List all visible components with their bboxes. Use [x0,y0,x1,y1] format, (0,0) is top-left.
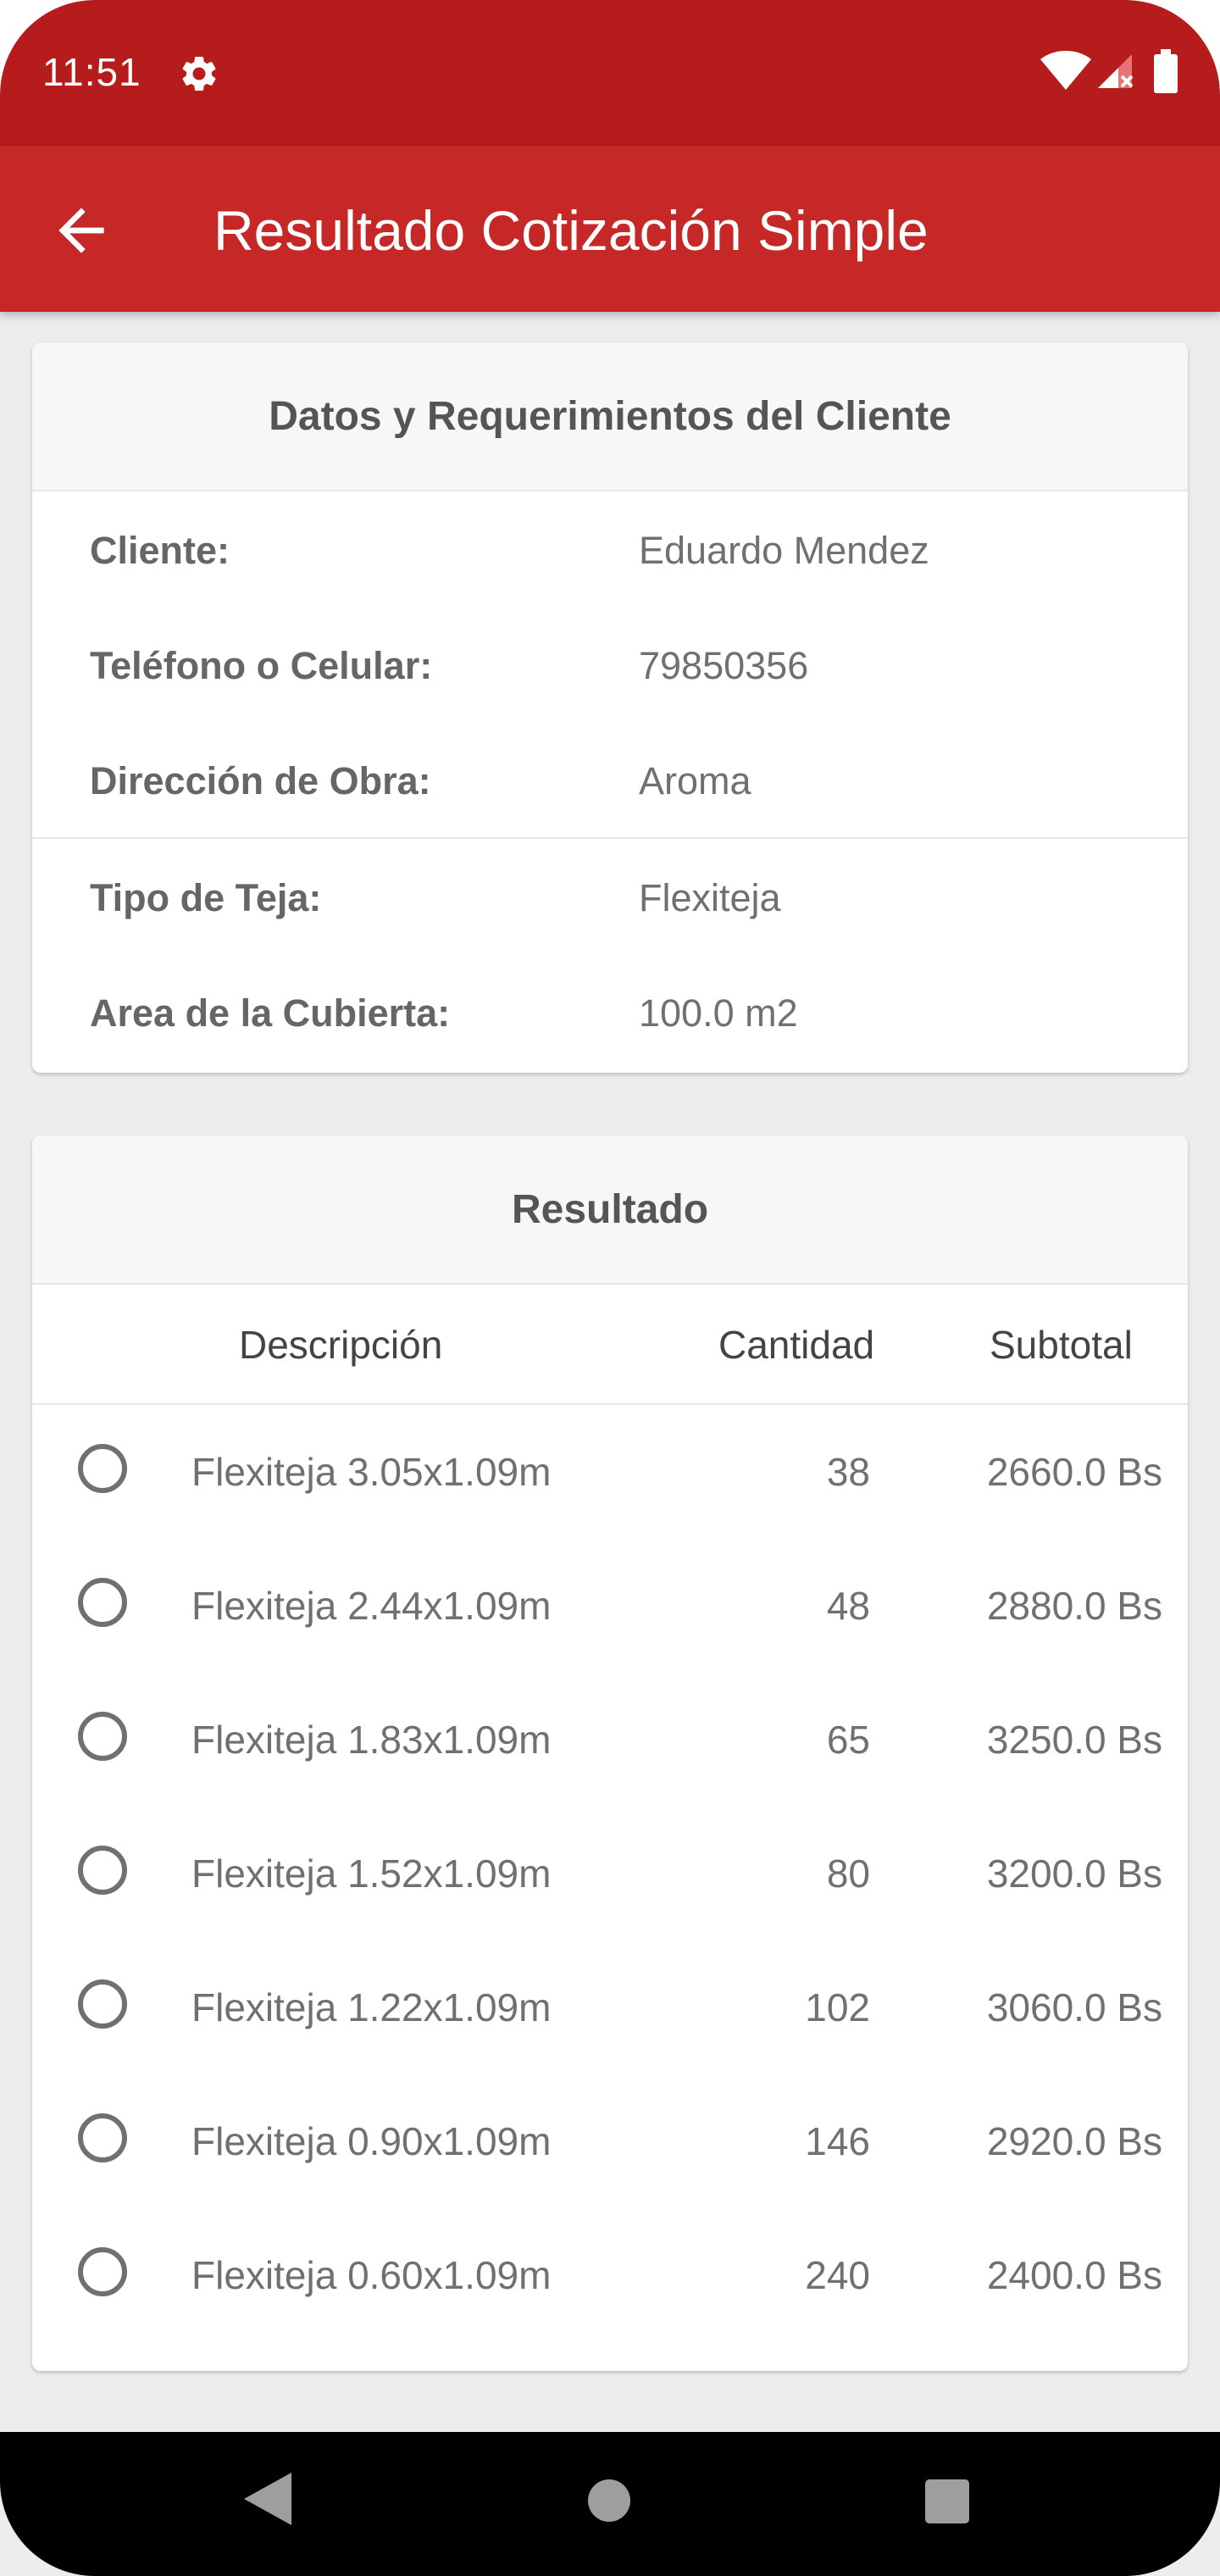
item-description: Flexiteja 1.22x1.09m [191,1985,552,2029]
result-row[interactable]: Flexiteja 1.22x1.09m 102 3060.0 Bs [32,1940,1188,2074]
radio-button[interactable] [78,1578,127,1627]
phone-value: 79850356 [639,644,809,687]
status-time: 11:51 [42,50,141,94]
status-bar: 11:51 [0,0,1220,146]
result-card-title: Resultado [32,1135,1188,1285]
item-quantity: 146 [805,2119,870,2163]
item-description: Flexiteja 2.44x1.09m [191,1584,552,1628]
item-quantity: 65 [826,1718,870,1762]
roof-area-row: Area de la Cubierta: 100.0 m2 [32,954,1188,1069]
radio-button[interactable] [78,1846,127,1895]
roof-area-label: Area de la Cubierta: [90,991,451,1035]
cell-signal-icon [1095,51,1135,92]
item-subtotal: 2920.0 Bs [986,2119,1162,2163]
result-row[interactable]: Flexiteja 0.60x1.09m 240 2400.0 Bs [32,2208,1188,2342]
item-quantity: 102 [805,1985,870,2029]
radio-button[interactable] [78,2113,127,2162]
system-nav-bar [0,2432,1220,2576]
client-value: Eduardo Mendez [639,529,929,572]
column-header-subtotal: Subtotal [990,1323,1133,1367]
result-row[interactable]: Flexiteja 3.05x1.09m 38 2660.0 Bs [32,1405,1188,1539]
item-subtotal: 3250.0 Bs [986,1718,1162,1762]
radio-button[interactable] [78,2247,127,2296]
address-row: Dirección de Obra: Aroma [32,722,1188,837]
item-quantity: 38 [826,1450,870,1494]
app-bar: Resultado Cotización Simple [0,146,1220,312]
battery-icon [1154,49,1178,93]
column-header-quantity: Cantidad [718,1323,875,1367]
address-label: Dirección de Obra: [90,759,431,802]
nav-back-icon[interactable] [244,2473,291,2525]
client-card-title: Datos y Requerimientos del Cliente [32,342,1188,491]
settings-gear-icon [178,53,220,95]
item-quantity: 48 [826,1584,870,1628]
item-subtotal: 3060.0 Bs [986,1985,1162,2029]
item-subtotal: 2660.0 Bs [986,1450,1162,1494]
column-header-description: Descripción [239,1323,443,1367]
client-label: Cliente: [90,529,230,572]
item-description: Flexiteja 1.83x1.09m [191,1718,552,1762]
item-description: Flexiteja 0.60x1.09m [191,2253,552,2297]
client-row: Cliente: Eduardo Mendez [32,491,1188,607]
result-row[interactable]: Flexiteja 0.90x1.09m 146 2920.0 Bs [32,2074,1188,2208]
item-description: Flexiteja 0.90x1.09m [191,2119,552,2163]
phone-row: Teléfono o Celular: 79850356 [32,607,1188,722]
item-subtotal: 2400.0 Bs [986,2253,1162,2297]
item-quantity: 80 [826,1852,870,1896]
client-data-card: Datos y Requerimientos del Cliente Clien… [32,342,1188,1073]
item-description: Flexiteja 1.52x1.09m [191,1852,552,1896]
address-value: Aroma [639,759,751,802]
nav-home-icon[interactable] [588,2479,630,2522]
radio-button[interactable] [78,1444,127,1493]
result-card: Resultado Descripción Cantidad Subtotal … [32,1135,1188,2371]
phone-label: Teléfono o Celular: [90,644,433,687]
page-title: Resultado Cotización Simple [214,199,929,262]
item-subtotal: 3200.0 Bs [986,1852,1162,1896]
arrow-back-icon[interactable] [47,197,115,264]
tile-type-value: Flexiteja [639,876,781,919]
nav-recents-icon[interactable] [925,2479,969,2523]
device-screen: 11:51 Resultado Cotización Simple Datos … [0,0,1220,2576]
item-quantity: 240 [805,2253,870,2297]
roof-area-value: 100.0 m2 [639,991,798,1035]
result-row[interactable]: Flexiteja 2.44x1.09m 48 2880.0 Bs [32,1539,1188,1673]
wifi-icon [1040,51,1091,92]
tile-type-row: Tipo de Teja: Flexiteja [32,839,1188,954]
radio-button[interactable] [78,1712,127,1761]
item-subtotal: 2880.0 Bs [986,1584,1162,1628]
tile-type-label: Tipo de Teja: [90,876,322,919]
result-row[interactable]: Flexiteja 1.52x1.09m 80 3200.0 Bs [32,1807,1188,1940]
table-header: Descripción Cantidad Subtotal [32,1285,1188,1405]
result-row[interactable]: Flexiteja 1.83x1.09m 65 3250.0 Bs [32,1673,1188,1807]
radio-button[interactable] [78,1979,127,2029]
item-description: Flexiteja 3.05x1.09m [191,1450,552,1494]
